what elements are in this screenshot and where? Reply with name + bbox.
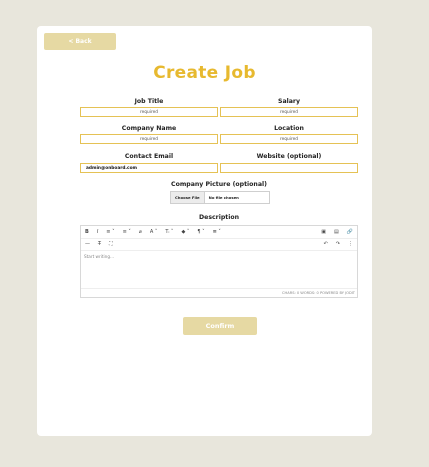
italic-button[interactable]: I [97, 229, 98, 235]
ordered-list-button[interactable]: ≡ ˅ [123, 229, 131, 235]
bold-button[interactable]: B [85, 229, 89, 235]
clear-format-icon[interactable]: T̶ [98, 241, 101, 247]
editor-toolbar-row-2: — T̶ ⛶ ↶ ↷ ⋮ [81, 238, 357, 251]
location-label: Location [274, 125, 304, 132]
company-name-input[interactable]: required [80, 134, 218, 144]
description-label: Description [198, 214, 240, 221]
salary-label: Salary [277, 98, 300, 105]
unordered-list-button[interactable]: ≡ ˅ [106, 229, 114, 235]
contact-email-label: Contact Email [124, 153, 174, 160]
image-icon[interactable]: ▣ [321, 229, 326, 235]
table-icon[interactable]: ▤ [334, 229, 339, 235]
create-job-card: < Back Create Job Job Title Salary requi… [37, 26, 372, 436]
website-input[interactable] [220, 163, 358, 173]
company-picture-file-input[interactable]: Choose File No file chosen [170, 191, 270, 204]
file-status-text: No file chosen [208, 195, 239, 200]
align-button[interactable]: ≣ ˅ [213, 229, 221, 235]
contact-email-input[interactable]: admin@onboard.com [80, 163, 218, 173]
confirm-button[interactable]: Confirm [183, 317, 257, 335]
font-button[interactable]: A ˅ [150, 229, 158, 235]
website-label: Website (optional) [256, 153, 322, 160]
company-name-label: Company Name [121, 125, 177, 132]
location-input[interactable]: required [220, 134, 358, 144]
page-title: Create Job [153, 63, 256, 83]
font-size-button[interactable]: Tᵢ ˅ [165, 229, 173, 235]
editor-status-bar: CHARS: 0 WORDS: 0 POWERED BY JODIT [81, 288, 357, 297]
fullscreen-icon[interactable]: ⛶ [109, 241, 113, 247]
undo-icon[interactable]: ↶ [324, 241, 328, 247]
more-icon[interactable]: ⋮ [348, 241, 353, 247]
eraser-icon[interactable]: ⌀ [139, 229, 142, 235]
redo-icon[interactable]: ↷ [336, 241, 340, 247]
company-picture-label: Company Picture (optional) [171, 181, 267, 188]
paragraph-button[interactable]: ¶ ˅ [197, 229, 204, 235]
back-button[interactable]: < Back [44, 33, 116, 50]
editor-counter: CHARS: 0 WORDS: 0 POWERED BY JODIT [282, 291, 355, 295]
link-icon[interactable]: 🔗 [347, 229, 353, 235]
editor-text-area[interactable]: Start writing... [81, 251, 357, 288]
job-title-label: Job Title [134, 98, 164, 105]
choose-file-button[interactable]: Choose File [171, 192, 205, 203]
brush-icon[interactable]: ◆ ˅ [181, 229, 189, 235]
job-title-input[interactable]: required [80, 107, 218, 117]
horizontal-line-icon[interactable]: — [85, 241, 90, 247]
salary-input[interactable]: required [220, 107, 358, 117]
description-editor[interactable]: B I ≡ ˅ ≡ ˅ ⌀ A ˅ Tᵢ ˅ ◆ ˅ ¶ ˅ ≣ ˅ ▣ ▤ 🔗… [80, 225, 358, 298]
